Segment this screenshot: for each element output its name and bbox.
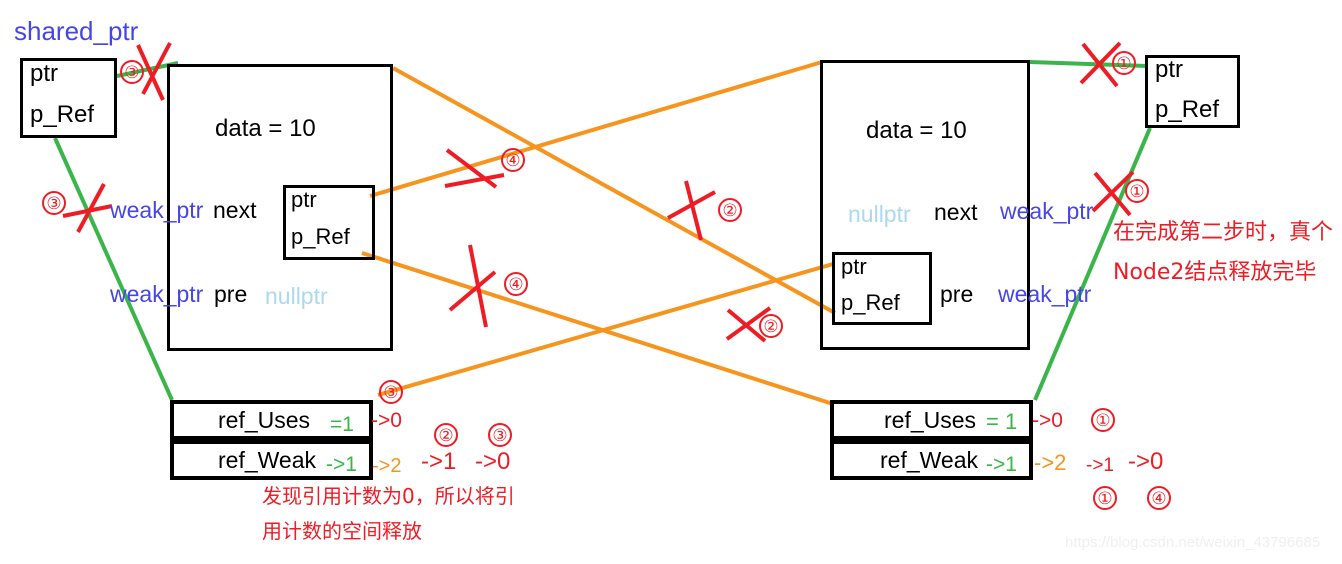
ref-weak-value-left: ->1 — [326, 453, 357, 476]
ref-weak-step3-left: ->0 — [475, 448, 511, 475]
cross-center-right-upper — [667, 180, 716, 241]
diagram-canvas: shared_ptr ptr p_Ref data = 10 weak_ptr … — [0, 0, 1342, 564]
left-note-line1: 发现引用计数为0，所以将引 — [262, 484, 515, 508]
cross-center-upper — [444, 148, 505, 189]
step-marker-center-right-lower: ② — [759, 314, 783, 338]
ref-uses-value-right: = 1 — [986, 409, 1018, 434]
node2-next-value: nullptr — [848, 201, 911, 227]
node1-data-label: data = 10 — [215, 115, 316, 142]
step-marker-center-upper: ④ — [501, 148, 525, 172]
node2-pre-label: pre — [940, 281, 974, 307]
right-note-line1: 在完成第二步时，真个 — [1113, 220, 1334, 245]
shared-ptr-left-pref: p_Ref — [30, 101, 95, 128]
ref-weak-value-right: ->1 — [986, 453, 1017, 476]
cross-center-lower — [448, 244, 497, 328]
node1-inner-ptr: ptr — [291, 187, 317, 212]
node2-inner-pref: p_Ref — [841, 290, 900, 315]
ref-uses-next-right: ->0 — [1032, 409, 1063, 432]
node2-inner-ptr: ptr — [841, 254, 867, 279]
ref-weak-step1-left: ->2 — [372, 455, 402, 477]
ref-weak-step3-right: ->0 — [1128, 448, 1164, 475]
ref-uses-next-left: ->0 — [371, 409, 402, 432]
ref-weak-marker3-right: ④ — [1147, 486, 1171, 510]
ref-weak-marker3-left: ③ — [488, 423, 512, 447]
ref-weak-step1-right: ->2 — [1034, 450, 1067, 475]
ref-uses-marker-left: ③ — [379, 380, 403, 404]
node2-pre-owner: weak_ptr — [998, 281, 1092, 307]
ref-weak-step2-left: ->1 — [421, 448, 457, 475]
node1-pre-value: nullptr — [265, 283, 328, 309]
node1-next-owner: weak_ptr — [110, 197, 204, 223]
node1-pre-label: pre — [214, 281, 248, 307]
ref-uses-value-left: =1 — [330, 413, 354, 436]
shared-ptr-right-pref: p_Ref — [1155, 96, 1220, 123]
node1-pre-owner: weak_ptr — [110, 281, 204, 307]
step-marker-right-mid: ① — [1125, 179, 1149, 203]
node1-inner-pref: p_Ref — [291, 224, 350, 249]
shared-ptr-right-ptr: ptr — [1155, 56, 1184, 83]
shared-ptr-left-ptr: ptr — [30, 60, 59, 87]
left-note-line2: 用计数的空间释放 — [262, 519, 422, 543]
watermark: https://blog.csdn.net/weixin_43796685 — [1065, 534, 1321, 551]
step-marker-center-lower: ④ — [504, 272, 528, 296]
ref-uses-label-right: ref_Uses — [884, 407, 977, 433]
ref-uses-marker-right: ① — [1091, 408, 1115, 432]
node2-next-label: next — [934, 199, 978, 225]
step-marker-right-top: ① — [1112, 51, 1136, 75]
ref-weak-label-left: ref_Weak — [218, 447, 317, 473]
cross-left-mid — [62, 183, 113, 233]
node2-data-label: data = 10 — [866, 117, 967, 144]
ref-weak-marker2-left: ② — [434, 423, 458, 447]
node1-next-label: next — [213, 197, 257, 223]
shared-ptr-title: shared_ptr — [14, 16, 139, 46]
ref-weak-label-right: ref_Weak — [880, 447, 979, 473]
right-note-line2: Node2结点释放完毕 — [1113, 260, 1317, 285]
step-marker-left-mid: ③ — [42, 191, 66, 215]
step-marker-center-right-upper: ② — [718, 198, 742, 222]
node2-next-owner: weak_ptr — [1000, 198, 1094, 224]
ref-weak-marker2-right: ① — [1093, 486, 1117, 510]
step-marker-left-top: ③ — [120, 60, 144, 84]
ref-uses-label-left: ref_Uses — [218, 407, 311, 433]
ref-weak-step2-right: ->1 — [1086, 455, 1114, 476]
